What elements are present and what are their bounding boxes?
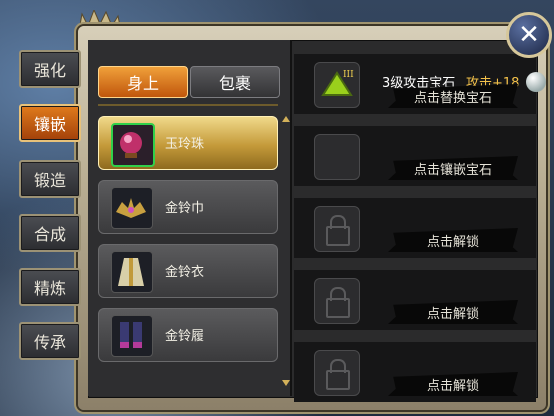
attack-gem-icon[interactable]: III	[314, 62, 360, 108]
tab-bag[interactable]: 包裹	[190, 66, 280, 98]
tab-inherit[interactable]: 传承	[19, 322, 81, 360]
tab-strengthen[interactable]: 强化	[19, 50, 81, 88]
item-name: 金铃衣	[165, 265, 205, 280]
divider	[98, 104, 278, 106]
empty-slot-icon[interactable]	[314, 134, 360, 180]
inlay-gem-button[interactable]: 点击镶嵌宝石	[388, 156, 518, 180]
lock-icon	[314, 350, 360, 396]
lock-icon	[314, 278, 360, 324]
tab-refine[interactable]: 精炼	[19, 268, 81, 306]
headband-icon	[111, 187, 153, 229]
close-icon[interactable]: ✕	[506, 12, 552, 58]
tab-synthesize[interactable]: 合成	[19, 214, 81, 252]
list-item[interactable]: 金铃履	[98, 308, 278, 362]
tab-forge[interactable]: 锻造	[19, 160, 81, 198]
scrollbar-knob[interactable]	[526, 72, 546, 92]
list-item[interactable]: 金铃衣	[98, 244, 278, 298]
gem-slot: 点击解锁	[294, 342, 536, 402]
pearl-orb-icon	[111, 123, 155, 167]
unlock-button[interactable]: 点击解锁	[388, 300, 518, 324]
unlock-button[interactable]: 点击解锁	[388, 372, 518, 396]
robe-icon	[111, 251, 153, 293]
lock-icon	[314, 206, 360, 252]
equip-bag-toggle: 身上 包裹	[98, 66, 280, 98]
tab-inlay[interactable]: 镶嵌	[19, 104, 81, 142]
boots-icon	[111, 315, 153, 357]
gem-slot: 点击镶嵌宝石	[294, 126, 536, 186]
gem-slot: 点击解锁	[294, 270, 536, 330]
gem-level: III	[343, 70, 354, 80]
list-item[interactable]: 玉玲珠	[98, 116, 278, 170]
unlock-button[interactable]: 点击解锁	[388, 228, 518, 252]
gem-slot: 点击解锁	[294, 198, 536, 258]
list-item[interactable]: 金铃巾	[98, 180, 278, 234]
gem-slot: III 3级攻击宝石 攻击+18 点击替换宝石	[294, 54, 536, 114]
scroll-up-icon[interactable]	[282, 116, 290, 122]
item-name: 玉玲珠	[165, 137, 205, 152]
item-name: 金铃巾	[165, 201, 205, 216]
item-name: 金铃履	[165, 329, 205, 344]
scroll-down-icon[interactable]	[282, 380, 290, 386]
tab-equipped[interactable]: 身上	[98, 66, 188, 98]
